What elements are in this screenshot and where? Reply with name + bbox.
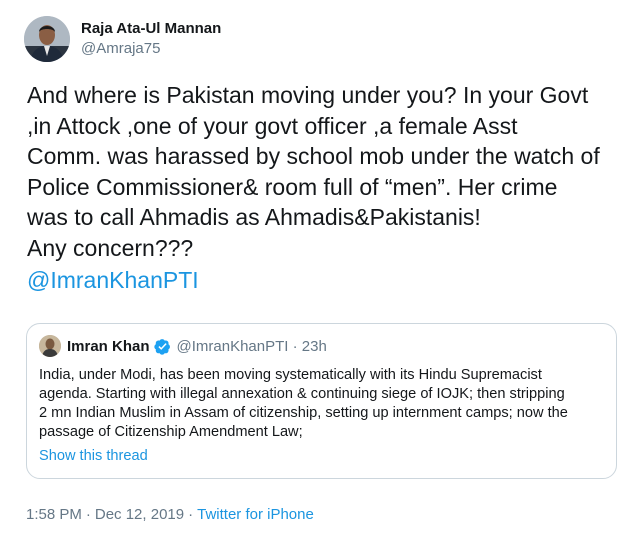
quoted-author-handle-time: @ImranKhanPTI · 23h <box>176 337 327 355</box>
tweet-date[interactable]: Dec 12, 2019 <box>95 505 184 525</box>
author-handle[interactable]: @Amraja75 <box>81 39 221 59</box>
verified-badge-icon <box>153 338 171 355</box>
mention-link[interactable]: @ImranKhanPTI <box>27 265 199 295</box>
quoted-tweet[interactable]: Imran Khan @ImranKhanPTI · 23h India, un… <box>26 323 617 479</box>
quoted-author-avatar <box>39 335 61 357</box>
show-thread-link[interactable]: Show this thread <box>39 448 148 464</box>
tweet-footer: 1:58 PM · Dec 12, 2019 · Twitter for iPh… <box>26 505 314 525</box>
quoted-tweet-header: Imran Khan @ImranKhanPTI · 23h <box>39 334 604 358</box>
author-name[interactable]: Raja Ata-Ul Mannan <box>81 19 221 39</box>
tweet-time[interactable]: 1:58 PM <box>26 505 82 525</box>
tweet-header: Raja Ata-Ul Mannan @Amraja75 <box>24 14 221 64</box>
footer-separator: · <box>188 506 194 523</box>
tweet-source-link[interactable]: Twitter for iPhone <box>197 505 314 525</box>
quoted-author-name: Imran Khan <box>67 337 150 355</box>
footer-separator: · <box>85 506 91 523</box>
tweet-text: And where is Pakistan moving under you? … <box>27 82 600 261</box>
quoted-tweet-text: India, under Modi, has been moving syste… <box>39 367 568 440</box>
author-avatar[interactable] <box>24 16 70 62</box>
